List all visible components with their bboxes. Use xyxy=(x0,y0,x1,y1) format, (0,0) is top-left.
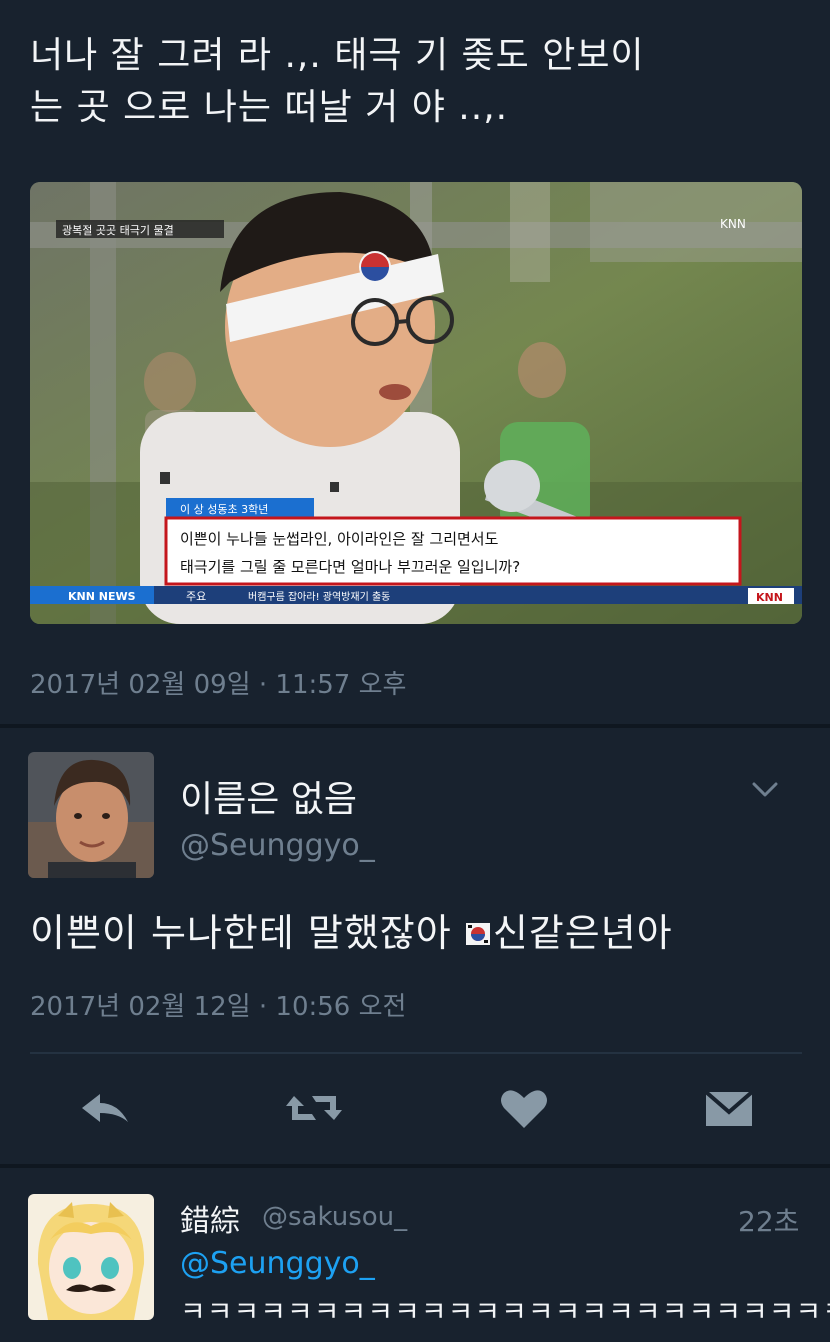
reply-text-end: 신같은년아 xyxy=(492,911,673,955)
person-photo-avatar xyxy=(28,752,154,878)
section-divider xyxy=(0,724,830,728)
reply-text-start: 이쁜이 누나한테 말했잖아 xyxy=(30,911,465,955)
comment-time[interactable]: 22초 xyxy=(738,1200,799,1240)
channel-logo: KNN xyxy=(720,217,746,231)
caption-line-1: 이쁜이 누나들 눈썹라인, 아이라인은 잘 그리면서도 xyxy=(180,530,499,548)
reply-avatar[interactable] xyxy=(28,752,154,878)
reply-icon[interactable] xyxy=(78,1084,134,1132)
comment-mention-link[interactable]: @Seunggyo_ xyxy=(180,1246,375,1281)
news-brand: KNN NEWS xyxy=(68,590,136,603)
reply-author-handle[interactable]: @Seunggyo_ xyxy=(180,828,375,863)
envelope-icon[interactable] xyxy=(702,1084,758,1132)
caption-line-2: 태극기를 그릴 줄 모른다면 얼마나 부끄러운 일입니까? xyxy=(180,558,520,576)
chevron-down-icon[interactable] xyxy=(748,772,782,806)
comment-author-handle[interactable]: @sakusou_ xyxy=(262,1202,407,1232)
reply-text: 이쁜이 누나한테 말했잖아 신같은년아 xyxy=(30,902,673,957)
anime-avatar xyxy=(28,1194,154,1320)
speaker-name-tag: 이 상 성동초 3학년 xyxy=(180,503,268,516)
censor-flag-icon xyxy=(465,914,491,945)
tweet-timestamp[interactable]: 2017년 02월 09일 · 11:57 오후 xyxy=(30,664,406,701)
ticker-label: 주요 xyxy=(186,590,206,603)
corner-caption: 광복절 곳곳 태극기 물결 xyxy=(62,224,174,237)
tweet-text-line-2: 는 곳 으로 나는 떠날 거 야 ..,. xyxy=(30,87,509,128)
comment-author-name[interactable]: 錯綜 xyxy=(180,1196,240,1240)
actions-divider xyxy=(30,1052,802,1054)
retweet-icon[interactable] xyxy=(284,1084,342,1132)
reply-timestamp[interactable]: 2017년 02월 12일 · 10:56 오전 xyxy=(30,986,406,1023)
news-frame: 광복절 곳곳 태극기 물결 KNN 이 상 성동초 3학년 이쁜이 누나들 눈썹… xyxy=(30,182,802,624)
comment-avatar[interactable] xyxy=(28,1194,154,1320)
section-divider-2 xyxy=(0,1164,830,1168)
tweet-media-image[interactable]: 광복절 곳곳 태극기 물결 KNN 이 상 성동초 3학년 이쁜이 누나들 눈썹… xyxy=(30,182,802,624)
tweet-text: 너나 잘 그려 라 .,. 태극 기 좆도 안보이 는 곳 으로 나는 떠날 거… xyxy=(30,30,810,134)
reply-author-name[interactable]: 이름은 없음 xyxy=(180,770,357,822)
bottom-logo: KNN xyxy=(756,591,783,604)
heart-icon[interactable] xyxy=(496,1084,552,1132)
tweet-text-line-1: 너나 잘 그려 라 .,. 태극 기 좆도 안보이 xyxy=(30,35,645,76)
ticker-text: 버캠구름 잡아라! 광역방재기 출동 xyxy=(248,591,390,603)
comment-text: ㅋㅋㅋㅋㅋㅋㅋㅋㅋㅋㅋㅋㅋㅋㅋㅋㅋㅋㅋㅋㅋㅋㅋㅋㅋ xyxy=(180,1295,830,1328)
